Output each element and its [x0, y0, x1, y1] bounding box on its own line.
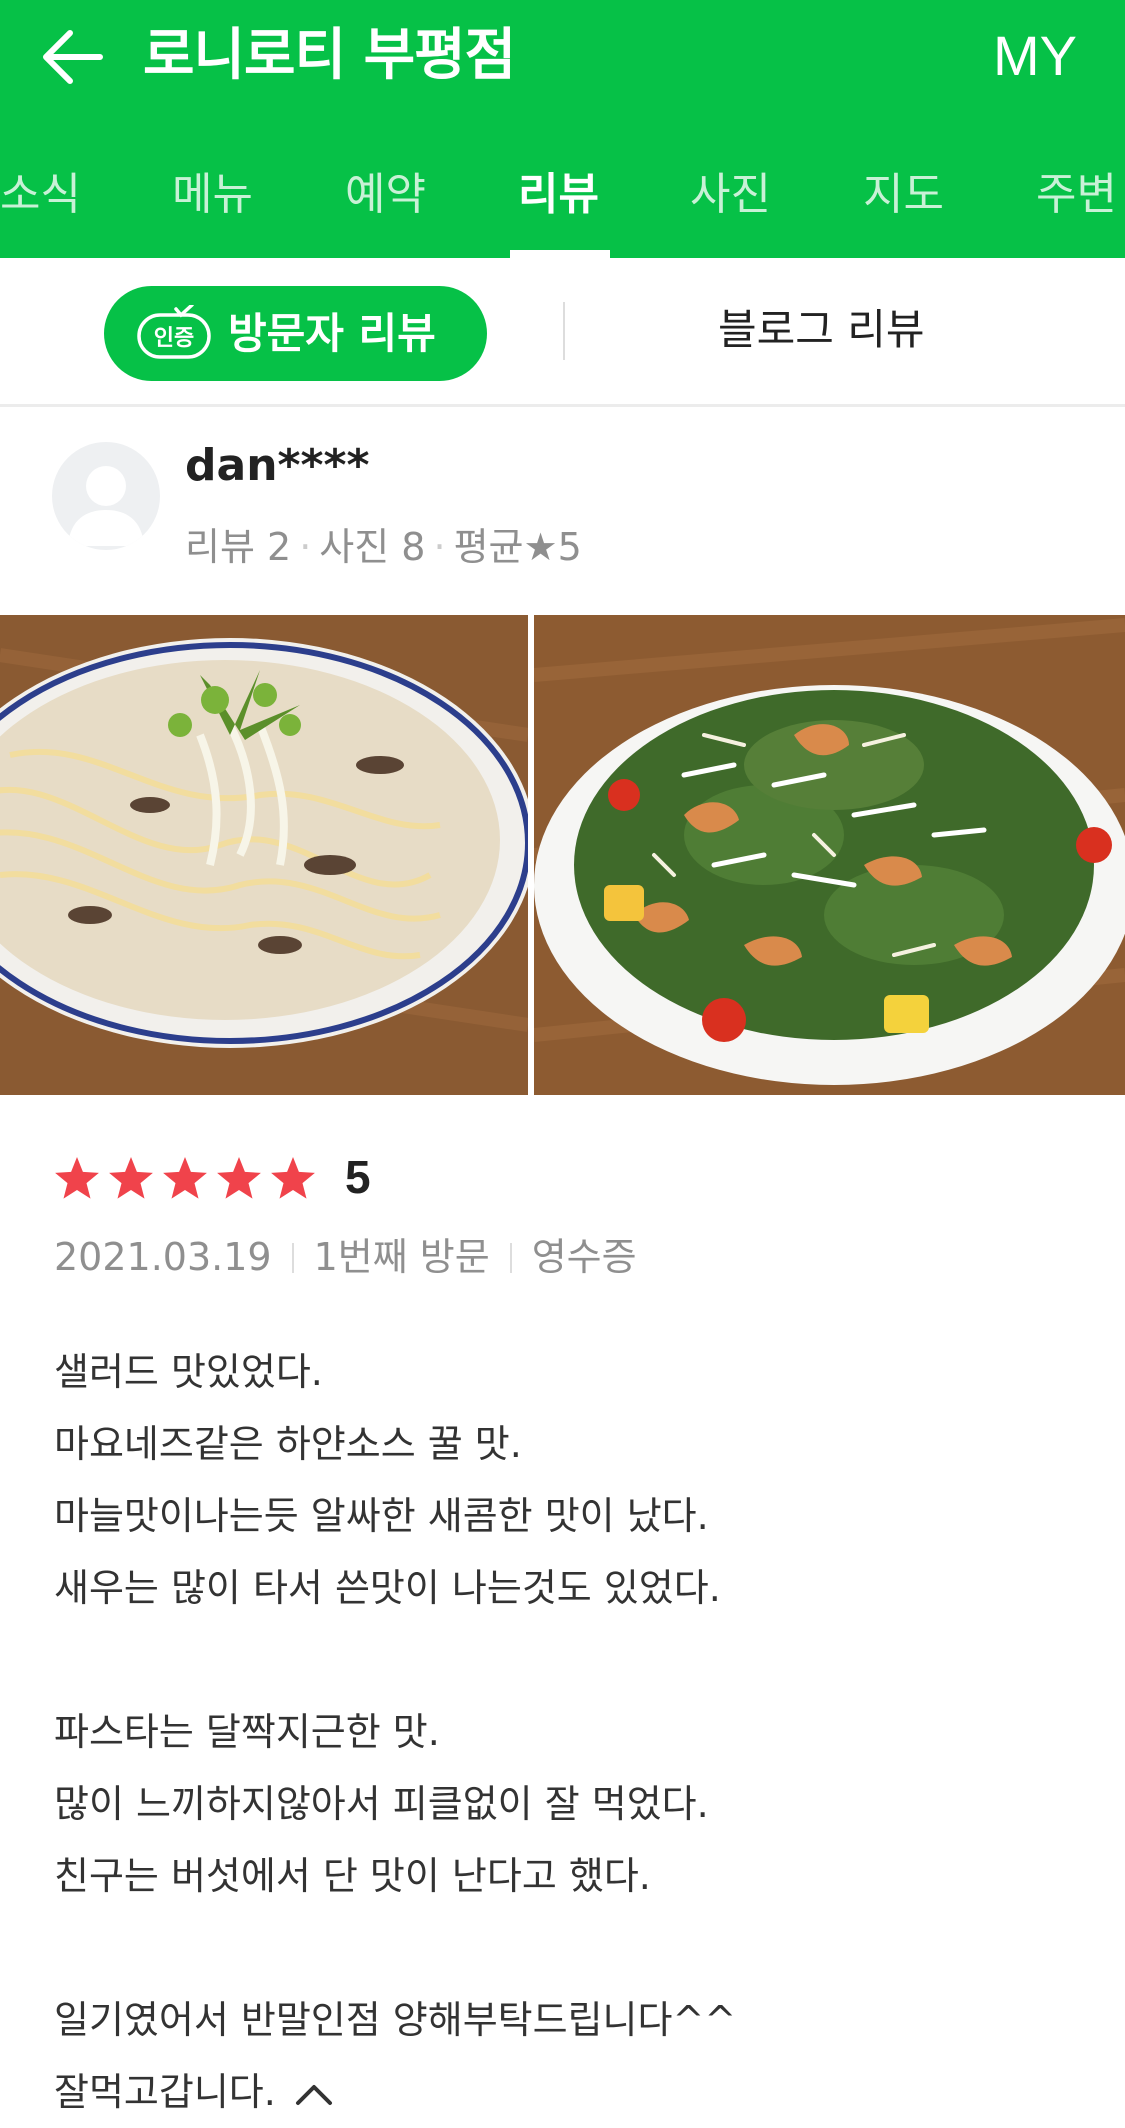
- review-line: 마늘맛이나는듯 알싸한 새콤한 맛이 났다.: [54, 1494, 709, 1538]
- visitor-review-tab[interactable]: 인증 방문자 리뷰: [104, 286, 487, 381]
- review-meta: 2021.03.19 1번째 방문 영수증: [54, 1226, 637, 1281]
- author-average-value: 5: [557, 525, 582, 569]
- active-tab-indicator: [510, 250, 610, 258]
- verified-badge-label: 인증: [154, 326, 194, 351]
- app-header: 로니로티 부평점 MY: [0, 0, 1125, 120]
- review-type-tabs: 인증 방문자 리뷰 블로그 리뷰: [0, 258, 1125, 407]
- star-icon: [217, 1157, 261, 1199]
- tab-nearby[interactable]: 주변: [1036, 158, 1117, 222]
- author-stats: 리뷰 2 · 사진 8 · 평균★5: [185, 525, 582, 569]
- review-line: 파스타는 달짝지근한 맛.: [54, 1710, 440, 1754]
- review-line: 일기였어서 반말인점 양해부탁드립니다^^: [54, 1998, 737, 2042]
- shrimp-salad-photo[interactable]: [534, 615, 1125, 1095]
- user-placeholder-icon[interactable]: [52, 442, 160, 550]
- review-date: 2021.03.19: [54, 1235, 272, 1279]
- tab-news[interactable]: 소식: [0, 158, 81, 222]
- blog-review-tab[interactable]: 블로그 리뷰: [718, 304, 925, 356]
- review-line: 많이 느끼하지않아서 피클없이 잘 먹었다.: [54, 1782, 709, 1826]
- review-last-line: 잘먹고갑니다.: [54, 2056, 736, 2128]
- review-author-name[interactable]: dan****: [185, 440, 370, 491]
- tab-reservation[interactable]: 예약: [345, 158, 426, 222]
- visitor-review-label: 방문자 리뷰: [228, 309, 436, 358]
- tab-reviews[interactable]: 리뷰: [518, 158, 599, 222]
- average-star-icon: ★: [523, 525, 558, 569]
- verified-badge-icon: 인증: [137, 305, 211, 359]
- author-average-label: 평균: [453, 525, 524, 569]
- author-review-count: 리뷰 2: [185, 525, 292, 569]
- review-line: 마요네즈같은 하얀소스 꿀 맛.: [54, 1422, 522, 1466]
- page-title: 로니로티 부평점: [143, 23, 516, 88]
- review-line: 새우는 많이 타서 쓴맛이 나는것도 있었다.: [54, 1566, 721, 1610]
- author-photo-count: 사진 8: [319, 525, 426, 569]
- cream-pasta-photo[interactable]: [0, 615, 528, 1095]
- review-line: 샐러드 맛있었다.: [54, 1350, 323, 1394]
- tab-menu[interactable]: 메뉴: [172, 158, 253, 222]
- rating-stars: [55, 1157, 315, 1199]
- tab-map[interactable]: 지도: [863, 158, 944, 222]
- chevron-up-icon[interactable]: [294, 2083, 334, 2107]
- rating-value: 5: [345, 1151, 371, 1203]
- star-icon: [271, 1157, 315, 1199]
- arrow-left-icon[interactable]: [38, 22, 108, 92]
- receipt-badge: 영수증: [531, 1235, 637, 1279]
- star-icon: [163, 1157, 207, 1199]
- my-button[interactable]: MY: [993, 16, 1077, 96]
- review-line: [54, 1912, 736, 1984]
- tab-bar: 소식 메뉴 예약 리뷰 사진 지도 주변: [0, 120, 1125, 258]
- tab-photos[interactable]: 사진: [690, 158, 771, 222]
- star-icon: [109, 1157, 153, 1199]
- review-line: 친구는 버섯에서 단 맛이 난다고 했다.: [54, 1854, 651, 1898]
- visit-count: 1번째 방문: [313, 1235, 490, 1279]
- review-body: 샐러드 맛있었다. 마요네즈같은 하얀소스 꿀 맛. 마늘맛이나는듯 알싸한 새…: [54, 1336, 736, 2128]
- tab-divider: [563, 302, 565, 360]
- review-line: [54, 1624, 736, 1696]
- review-line: 잘먹고갑니다.: [54, 2070, 276, 2114]
- star-icon: [55, 1157, 99, 1199]
